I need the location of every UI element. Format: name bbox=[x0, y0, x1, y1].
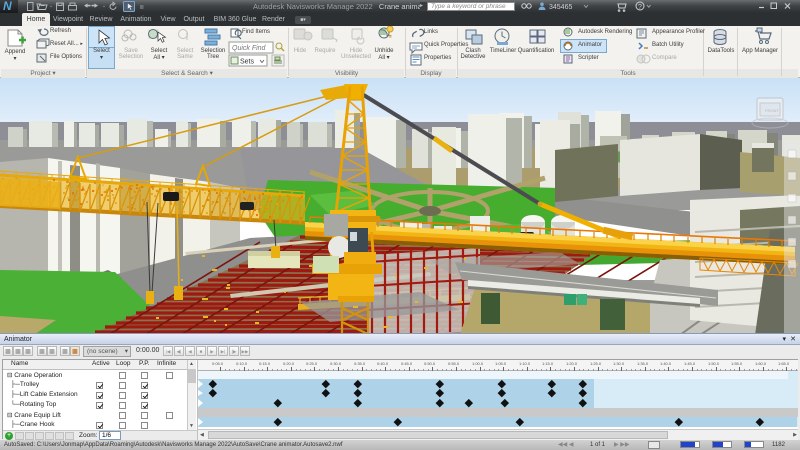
svg-text:Sets: Sets bbox=[240, 59, 255, 66]
svg-text:FRONT: FRONT bbox=[765, 108, 779, 113]
svg-text:Quick Find: Quick Find bbox=[232, 45, 267, 52]
svg-text:345465: 345465 bbox=[549, 4, 572, 11]
svg-text:?: ? bbox=[638, 4, 642, 11]
